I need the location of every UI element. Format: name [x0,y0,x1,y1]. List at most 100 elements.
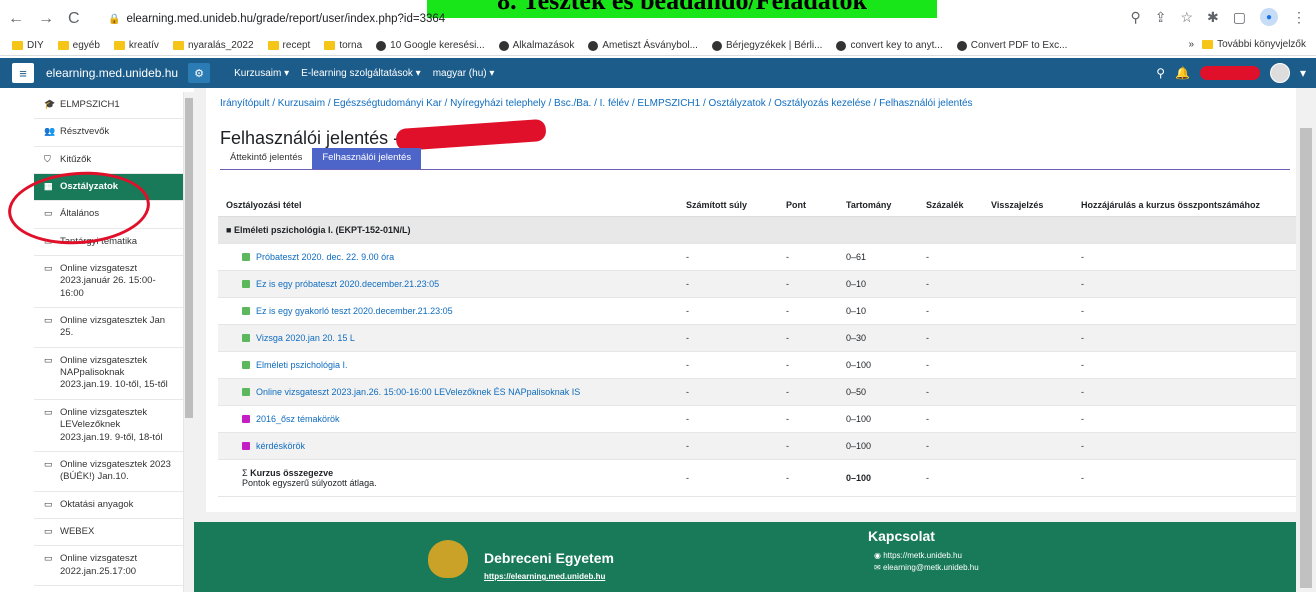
page-scrollbar[interactable] [1296,88,1316,592]
university-seal-icon [428,540,468,578]
sidebar-item[interactable]: ▭ Online vizsgatesztek LEVelezőknek 2023.… [34,400,183,452]
grade-item-link[interactable]: Vizsga 2020.jan 20. 15 L [256,333,355,343]
grade-item-link[interactable]: kérdéskörök [256,441,305,451]
sidebar-item[interactable]: ▭ Online vizsgatesztek 2023 (BÚÉK!) Jan.1… [34,452,183,492]
sidebar-item[interactable]: ▭ Online vizsgatesztek NAPpalisoknak 2023… [34,348,183,400]
bookmark-label: Alkalmazások [512,40,575,51]
folder-icon [12,41,23,50]
bookmark-item[interactable]: Bérjegyzékek | Bérli... [711,40,822,51]
bookmark-label: kreatív [128,40,159,51]
table-row: Ez is egy próbateszt 2020.december.21.23… [218,270,1298,298]
shield-icon: ⛉ [44,153,51,164]
avatar[interactable] [1269,63,1290,83]
main-region: Irányítópult / Kurzusaim / Egészségtudom… [194,88,1298,592]
grade-item-link[interactable]: 2016_ősz témakörök [256,414,340,424]
cell-feedback [983,378,1073,406]
globe-icon [836,40,847,51]
back-icon[interactable]: ← [8,10,24,28]
university-name: Debreceni Egyetem [484,550,614,566]
cell-range: 0–100 [838,405,918,433]
sidebar-item[interactable]: ▭ Online vizsgatesztek Jan 25. [34,308,183,348]
activity-icon [242,280,250,288]
sidebar-item[interactable]: ⛉ Kitűzők [34,147,183,175]
settings-icon[interactable]: ⚙ [188,63,211,83]
cell-weight: - [678,270,778,298]
nav-menu-item[interactable]: E-learning szolgáltatások ▾ [301,68,421,79]
tab-item[interactable]: Áttekintő jelentés [220,148,312,169]
cell-contribution: - [1073,405,1298,433]
cell-contribution: - [1073,324,1298,352]
chevron-down-icon[interactable]: ▾ [1300,66,1306,80]
university-link[interactable]: https://elearning.med.unideb.hu [484,572,605,581]
folder-icon [113,41,125,50]
profile-icon[interactable]: ● [1260,8,1278,26]
sidebar-scrollbar[interactable] [184,92,194,592]
share-icon[interactable]: ⇪ [1155,9,1167,26]
bookmark-item[interactable]: kreatív [113,40,159,51]
cell-points: - [778,351,838,379]
sidebar-item-label: Online vizsgatesztek 2023 (BÚÉK!) Jan.10… [60,458,171,483]
star-icon[interactable]: ☆ [1180,9,1193,26]
contact-email-link[interactable]: ✉ elearning@metk.unideb.hu [874,562,979,574]
reload-icon[interactable]: C [68,10,80,28]
sidebar-item-label: Online vizsgatesztek LEVelezőknek 2023.j… [60,406,163,443]
grade-item-link[interactable]: Ez is egy próbateszt 2020.december.21.23… [256,279,439,289]
cell-contribution: - [1073,432,1298,460]
bookmark-item[interactable]: nyaralás_2022 [172,40,254,51]
bookmark-item[interactable]: convert key to anyt... [836,40,943,51]
bookmark-item[interactable]: recept [267,40,310,51]
bookmark-item[interactable]: Ametiszt Ásványbol... [588,40,698,51]
cell-points: - [778,270,838,298]
bookmarks-overflow[interactable]: » [1189,39,1195,50]
graduation-icon: 🎓 [44,99,56,109]
grade-item-link[interactable]: Online vizsgateszt 2023.jan.26. 15:00-16… [256,387,580,397]
nav-menu-item[interactable]: magyar (hu) ▾ [433,68,495,79]
activity-icon [242,334,250,342]
sidebar-item[interactable]: 🎓 ELMPSZICH1 [34,92,183,120]
bell-icon[interactable]: 🔔 [1175,66,1190,80]
sidebar-item-label: Kitűzők [60,153,92,165]
extensions-icon[interactable]: ✱ [1207,9,1219,26]
sidepanel-icon[interactable]: ▢ [1233,9,1246,26]
menu-toggle-button[interactable]: ≡ [12,63,34,83]
bookmark-item[interactable]: Alkalmazások [498,40,575,51]
sidebar-item[interactable]: ▭ Oktatási anyagok [34,492,183,519]
cell-feedback [983,432,1073,460]
contact-web-link[interactable]: ◉ https://metk.unideb.hu [874,550,979,562]
column-header: Százalék [918,194,983,217]
folder-icon: ▭ [44,354,53,365]
folder-icon [172,41,184,50]
column-header: Tartomány [838,194,918,217]
grade-item-link[interactable]: Próbateszt 2020. dec. 22. 9.00 óra [256,252,394,262]
bookmark-item[interactable]: DIY [12,40,44,51]
redaction-mark [395,118,547,152]
bookmark-item[interactable]: Convert PDF to Exc... [956,40,1067,51]
other-bookmarks[interactable]: További könyvjelzők [1202,39,1306,50]
sidebar-item[interactable]: ▭ Online vizsgateszt 2022.jan.25.17:00 [34,546,183,586]
cell-points: - [778,378,838,406]
forward-icon[interactable]: → [38,10,54,28]
search-icon[interactable]: ⚲ [1156,66,1165,80]
bookmarks-bar: DIY egyéb kreatív nyaralás_2022 recept torna 1… [0,36,1316,56]
sidebar-item[interactable]: ▭ Online vizsgateszt 2023.január 26. 15:0… [34,256,183,309]
nav-menu-item[interactable]: Kurzusaim ▾ [234,68,289,79]
grade-item-link[interactable]: Ez is egy gyakorló teszt 2020.december.2… [256,306,453,316]
cell-weight: - [678,351,778,379]
site-brand[interactable]: elearning.med.unideb.hu [46,66,178,80]
cell-weight: - [678,297,778,325]
bookmark-item[interactable]: torna [324,40,362,51]
sidebar-item[interactable]: 👥 Résztvevők [34,119,183,147]
summary-contribution: - [1073,459,1298,497]
folder-icon [267,41,279,50]
kebab-menu-icon[interactable]: ⋮ [1292,9,1306,26]
bookmark-item[interactable]: egyéb [57,40,100,51]
bookmark-item[interactable]: 10 Google keresési... [376,40,485,51]
breadcrumb[interactable]: Irányítópult / Kurzusaim / Egészségtudom… [220,98,973,109]
grade-item-link[interactable]: Elméleti pszichológia I. [256,360,348,370]
tab-item[interactable]: Felhasználói jelentés [312,148,422,169]
cell-weight: - [678,432,778,460]
zoom-icon[interactable]: ⚲ [1130,9,1140,26]
sidebar-item[interactable]: ▭ WEBEX [34,519,183,547]
address-bar[interactable]: 🔒 elearning.med.unideb.hu/grade/report/u… [108,9,1108,29]
activity-icon [242,442,250,450]
